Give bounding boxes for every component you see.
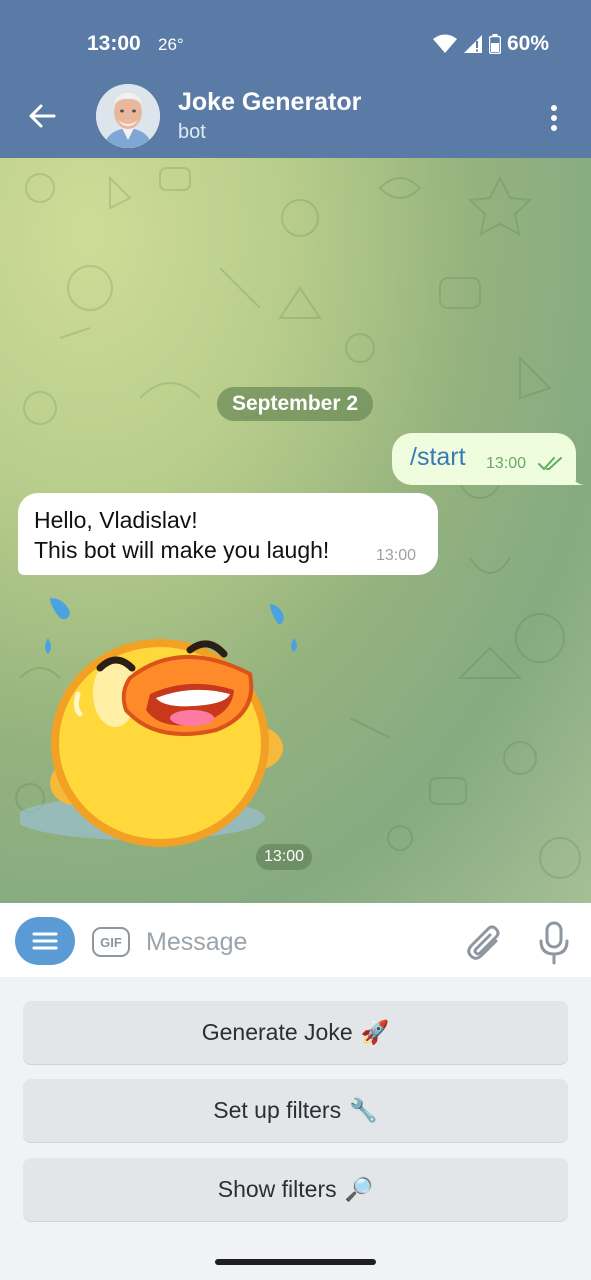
menu-icon <box>32 932 58 950</box>
laughing-duck-sticker[interactable] <box>20 598 310 858</box>
sticker-time: 13:00 <box>256 844 312 870</box>
button-label: Set up filters <box>213 1097 342 1123</box>
status-indicators: 60% <box>432 32 549 56</box>
paperclip-icon[interactable] <box>462 923 502 963</box>
chat-header: 13:00 26° 60% Joke Generator bot <box>0 0 591 158</box>
magnifier-icon: 🔎 <box>344 1176 374 1202</box>
chat-title[interactable]: Joke Generator <box>178 88 361 117</box>
bubble-tail-right <box>570 471 584 485</box>
message-line-2: This bot will make you laugh! <box>34 537 330 563</box>
status-temperature: 26° <box>158 35 184 54</box>
wifi-icon <box>432 34 457 53</box>
incoming-message[interactable]: Hello, Vladislav! This bot will make you… <box>18 493 438 575</box>
home-indicator[interactable] <box>215 1259 376 1265</box>
double-check-icon <box>538 457 562 471</box>
more-button[interactable] <box>540 98 568 138</box>
button-label: Show filters <box>217 1176 337 1202</box>
composer-bar: GIF <box>0 903 591 977</box>
chat-subtitle: bot <box>178 121 206 143</box>
generate-joke-button[interactable]: Generate Joke 🚀 <box>23 1001 568 1064</box>
battery-percent: 60% <box>506 32 549 55</box>
gif-button[interactable]: GIF <box>92 927 130 957</box>
outgoing-message[interactable]: /start 13:00 <box>392 433 584 485</box>
message-time: 13:00 <box>376 547 417 564</box>
signal-icon <box>463 35 482 53</box>
message-input[interactable] <box>146 925 436 959</box>
date-separator: September 2 <box>217 387 373 421</box>
chat-area[interactable]: September 2 /start 13:00 Hello, Vladisla… <box>0 158 591 903</box>
back-button[interactable] <box>22 96 62 136</box>
show-filters-button[interactable]: Show filters 🔎 <box>23 1158 568 1221</box>
bot-menu-button[interactable] <box>15 917 75 965</box>
message-text[interactable]: /start <box>410 443 466 472</box>
microphone-icon[interactable] <box>536 921 572 965</box>
button-label: Generate Joke <box>201 1019 353 1045</box>
message-time: 13:00 <box>486 455 527 472</box>
avatar[interactable] <box>96 84 160 148</box>
message-line-1: Hello, Vladislav! <box>34 507 198 533</box>
more-vertical-icon <box>551 105 557 131</box>
wrench-icon: 🔧 <box>349 1097 378 1123</box>
rocket-icon: 🚀 <box>360 1019 390 1045</box>
status-bar: 13:00 26° 60% <box>0 0 591 90</box>
set-up-filters-button[interactable]: Set up filters 🔧 <box>23 1079 568 1142</box>
bot-keyboard: Generate Joke 🚀 Set up filters 🔧 Show fi… <box>0 977 591 1280</box>
status-time: 13:00 <box>87 32 141 55</box>
battery-icon <box>488 34 501 54</box>
arrow-left-icon <box>29 104 56 128</box>
